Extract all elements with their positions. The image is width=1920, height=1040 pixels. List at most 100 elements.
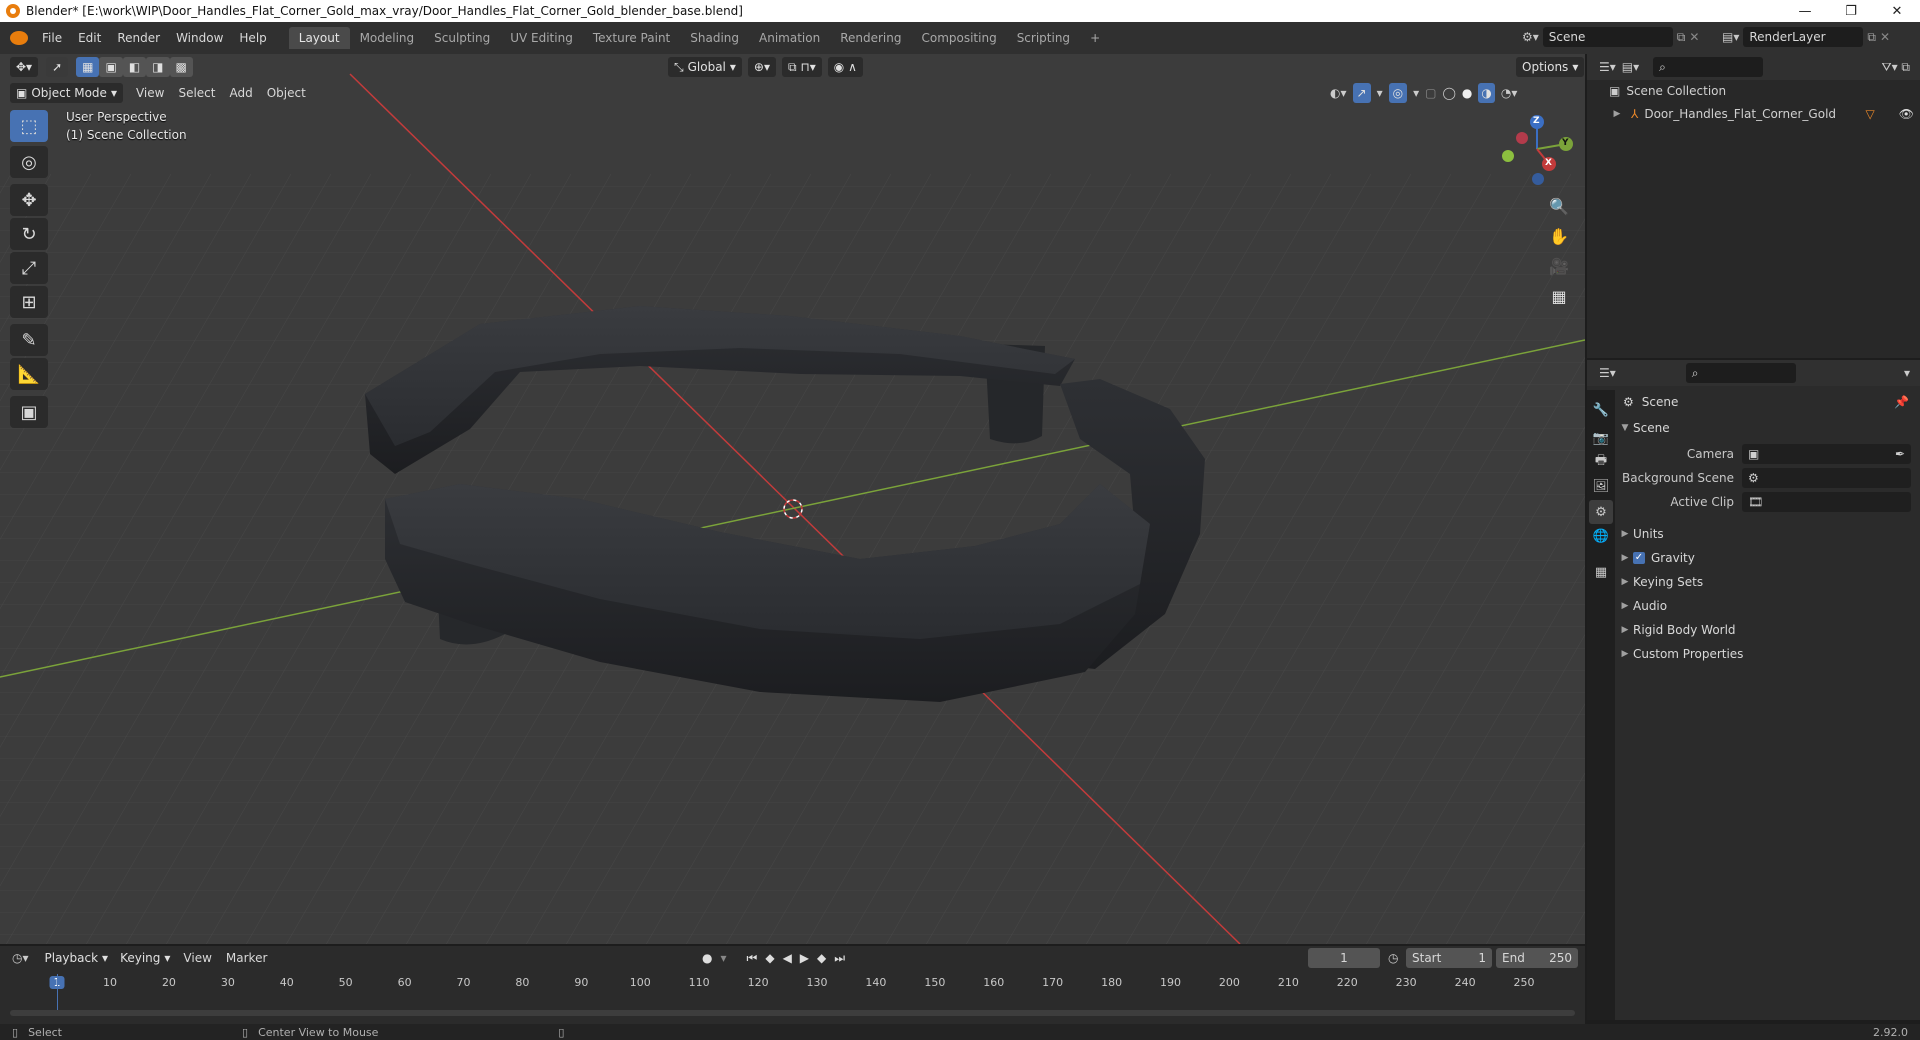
timeline-scrollbar[interactable] — [10, 1010, 1575, 1016]
world-tab-icon[interactable]: 🌐 — [1589, 524, 1613, 548]
material-shading-icon[interactable]: ◑ — [1478, 83, 1495, 103]
gizmo-toggle-icon[interactable]: ↗ — [1352, 83, 1371, 103]
panel-audio[interactable]: ▶ Audio — [1617, 594, 1917, 618]
viewport-menu-view[interactable]: View — [129, 86, 171, 100]
select-tool-icon[interactable]: ➚ — [46, 57, 69, 77]
panel-rigid-body-world[interactable]: ▶ Rigid Body World — [1617, 618, 1917, 642]
panel-gravity[interactable]: ▶ ✓ Gravity — [1617, 546, 1917, 570]
view-layer-selector[interactable]: ▤▾ RenderLayer ⧉ ✕ — [1722, 27, 1890, 47]
mesh-data-icon[interactable]: ▽ — [1866, 107, 1875, 121]
add-cube-tool-icon[interactable]: ▣ — [10, 396, 48, 428]
pivot-point-icon[interactable]: ⊕▾ — [747, 57, 776, 77]
pin-icon[interactable]: 📌 — [1894, 395, 1909, 409]
viewport-menu-add[interactable]: Add — [222, 86, 259, 100]
tab-compositing[interactable]: Compositing — [911, 27, 1006, 49]
tab-texture-paint[interactable]: Texture Paint — [583, 27, 680, 49]
measure-tool-icon[interactable]: 📐 — [10, 358, 48, 390]
visibility-icon[interactable]: ◐▾ — [1330, 86, 1347, 100]
menu-file[interactable]: File — [34, 27, 70, 49]
options-dropdown[interactable]: Options ▾ — [1516, 57, 1585, 77]
gizmo-y-label[interactable]: Y — [1562, 138, 1569, 148]
pan-hand-icon[interactable]: ✋ — [1545, 222, 1573, 250]
wireframe-shading-icon[interactable]: ◯ — [1442, 86, 1455, 100]
zoom-icon[interactable]: 🔍 — [1545, 192, 1573, 220]
tab-uv-editing[interactable]: UV Editing — [500, 27, 583, 49]
annotate-tool-icon[interactable]: ✎ — [10, 324, 48, 356]
playhead[interactable] — [57, 974, 58, 1014]
properties-options-icon[interactable]: ▾ — [1904, 366, 1910, 380]
viewport-menu-select[interactable]: Select — [171, 86, 222, 100]
move-tool-icon[interactable]: ✥ — [10, 184, 48, 216]
close-button[interactable]: ✕ — [1874, 0, 1920, 22]
new-view-layer-icon[interactable]: ⧉ — [1867, 30, 1876, 45]
camera-field[interactable]: ▣ ✒ — [1742, 444, 1911, 464]
menu-edit[interactable]: Edit — [70, 27, 109, 49]
restore-button[interactable]: ❐ — [1828, 0, 1874, 22]
select-box-tool-icon[interactable]: ⬚ — [10, 110, 48, 142]
gravity-checkbox[interactable]: ✓ — [1633, 552, 1645, 564]
transform-orientation-dropdown[interactable]: ⤡ Global ▾ — [668, 57, 742, 77]
menu-window[interactable]: Window — [168, 27, 231, 49]
output-tab-icon[interactable]: 🖶 — [1589, 450, 1613, 474]
object-mode-dropdown[interactable]: ▣ Object Mode ▾ — [10, 83, 123, 103]
scene-name-field[interactable]: Scene — [1542, 27, 1673, 47]
tab-rendering[interactable]: Rendering — [830, 27, 911, 49]
eyedropper-icon[interactable]: ✒ — [1895, 447, 1905, 461]
scene-section-header[interactable]: ▼ Scene — [1617, 416, 1917, 440]
delete-view-layer-icon[interactable]: ✕ — [1880, 30, 1890, 44]
solid-shading-icon[interactable]: ● — [1462, 86, 1472, 100]
new-scene-icon[interactable]: ⧉ — [1677, 30, 1686, 45]
gizmo-z-label[interactable]: Z — [1533, 116, 1540, 126]
selection-mode-subtract-icon[interactable]: ◧ — [122, 57, 147, 77]
gizmo-x-label[interactable]: X — [1545, 158, 1552, 168]
properties-editor-type-icon[interactable]: ☰▾ — [1599, 366, 1616, 380]
xray-icon[interactable]: ▢ — [1425, 86, 1436, 100]
active-clip-field[interactable]: 🎞 — [1742, 492, 1911, 512]
selection-mode-invert-icon[interactable]: ◨ — [146, 57, 170, 77]
tool-tab-icon[interactable]: 🔧 — [1589, 398, 1613, 422]
snap-icon[interactable]: ⧉ ⊓▾ — [782, 57, 822, 77]
3d-viewport[interactable]: Z Y X ✥▾ ➚ ▦ ▣ ◧ ◨ ▩ ⤡ Global ▾ ⊕▾ ⧉ ⊓▾ ◉… — [0, 54, 1585, 944]
menu-help[interactable]: Help — [231, 27, 274, 49]
rotate-tool-icon[interactable]: ↻ — [10, 218, 48, 250]
rendered-shading-icon[interactable]: ◔▾ — [1501, 86, 1518, 100]
visibility-eye-icon[interactable]: 👁 — [1899, 107, 1914, 121]
background-scene-field[interactable]: ⚙ — [1742, 468, 1911, 488]
cursor-tool-icon[interactable]: ◎ — [10, 146, 48, 178]
outliner-filter-icon[interactable]: ⛛▾ ⧉ — [1882, 60, 1911, 75]
selection-mode-extend-icon[interactable]: ▣ — [99, 57, 123, 77]
viewport-menu-object[interactable]: Object — [260, 86, 313, 100]
tab-modeling[interactable]: Modeling — [350, 27, 425, 49]
properties-search-input[interactable]: ⌕ — [1685, 363, 1796, 383]
outliner-item-door-handles[interactable]: ▶ ⅄ Door_Handles_Flat_Corner_Gold ▽ 👁 — [1609, 104, 1914, 124]
minimize-button[interactable]: — — [1782, 0, 1828, 22]
scale-tool-icon[interactable]: ⤢ — [10, 252, 48, 284]
tab-shading[interactable]: Shading — [680, 27, 749, 49]
texture-tab-icon[interactable]: ▦ — [1589, 560, 1613, 584]
tab-animation[interactable]: Animation — [749, 27, 830, 49]
blender-menu-icon[interactable] — [10, 31, 28, 45]
perspective-toggle-icon[interactable]: ▦ — [1545, 282, 1573, 310]
panel-custom-properties[interactable]: ▶ Custom Properties — [1617, 642, 1917, 666]
render-tab-icon[interactable]: 📷 — [1589, 426, 1613, 450]
display-mode-icon[interactable]: ▤▾ — [1622, 60, 1639, 74]
scene-tab-icon[interactable]: ⚙ — [1589, 500, 1613, 524]
editor-type-button[interactable]: ✥▾ — [10, 57, 39, 77]
panel-keying-sets[interactable]: ▶ Keying Sets — [1617, 570, 1917, 594]
delete-scene-icon[interactable]: ✕ — [1689, 30, 1699, 44]
scene-collection-row[interactable]: ▣ Scene Collection — [1609, 84, 1726, 98]
proportional-editing-icon[interactable]: ◉ ∧ — [827, 57, 863, 77]
outliner-editor-type-icon[interactable]: ☰▾ — [1599, 60, 1616, 74]
menu-render[interactable]: Render — [109, 27, 168, 49]
tab-sculpting[interactable]: Sculpting — [424, 27, 500, 49]
scene-selector[interactable]: ⚙▾ Scene ⧉ ✕ — [1522, 27, 1699, 47]
view-layer-tab-icon[interactable]: 🖼 — [1589, 474, 1613, 498]
tab-scripting[interactable]: Scripting — [1007, 27, 1080, 49]
view-layer-field[interactable]: RenderLayer — [1743, 27, 1864, 47]
overlay-toggle-icon[interactable]: ◎ — [1388, 83, 1408, 103]
outliner-search-input[interactable]: ⌕ — [1653, 57, 1764, 77]
camera-view-icon[interactable]: 🎥 — [1545, 252, 1573, 280]
selection-mode-intersect-icon[interactable]: ▩ — [169, 57, 193, 77]
tab-layout[interactable]: Layout — [288, 27, 350, 49]
add-workspace-icon[interactable]: + — [1080, 27, 1110, 49]
